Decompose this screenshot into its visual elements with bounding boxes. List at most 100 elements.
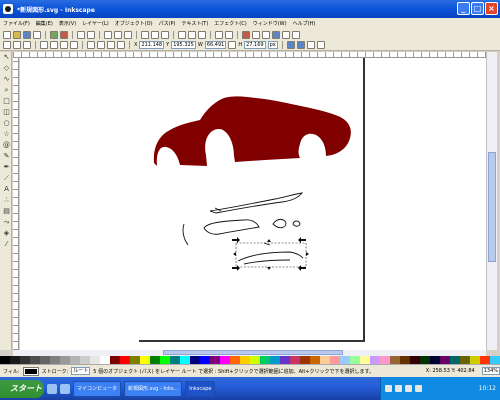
node-tool-icon[interactable]: ◇ (2, 64, 11, 73)
palette-swatch[interactable] (70, 356, 80, 364)
palette-swatch[interactable] (220, 356, 230, 364)
select-all-icon[interactable] (3, 41, 11, 49)
tray-security-icon[interactable] (415, 385, 422, 392)
palette-swatch[interactable] (310, 356, 320, 364)
palette-swatch[interactable] (200, 356, 210, 364)
taskbar-item-mycomputer[interactable]: マイコンピュータ (73, 380, 122, 397)
palette-swatch[interactable] (480, 356, 490, 364)
palette-swatch[interactable] (210, 356, 220, 364)
palette-swatch[interactable] (280, 356, 290, 364)
palette-swatch[interactable] (50, 356, 60, 364)
palette-swatch[interactable] (130, 356, 140, 364)
import-icon[interactable] (50, 30, 58, 39)
palette-swatch[interactable] (380, 356, 390, 364)
palette-swatch[interactable] (180, 356, 190, 364)
taskbar-item-inkscape[interactable]: Inkscape (185, 380, 216, 397)
preferences-icon[interactable] (282, 30, 290, 39)
undo-icon[interactable] (77, 30, 85, 39)
transform-patterns-icon[interactable] (316, 41, 325, 49)
rotate-cw-icon[interactable] (50, 41, 58, 49)
menu-effects[interactable]: エフェクト(C) (214, 20, 246, 27)
palette-swatch[interactable] (390, 356, 400, 364)
zoom-field[interactable]: 134% (481, 367, 500, 375)
tray-ime-icon[interactable] (385, 385, 392, 392)
palette-swatch[interactable] (30, 356, 40, 364)
quicklaunch-browser-icon[interactable] (60, 383, 70, 394)
palette-swatch[interactable] (240, 356, 250, 364)
car-silhouette[interactable] (153, 96, 351, 166)
select-all-layers-icon[interactable] (13, 41, 21, 49)
palette-swatch[interactable] (440, 356, 450, 364)
palette-swatch[interactable] (160, 356, 170, 364)
menu-text[interactable]: テキスト(T) (181, 20, 208, 27)
document-properties-icon[interactable] (292, 30, 300, 39)
palette-swatch[interactable] (20, 356, 30, 364)
palette-swatch[interactable] (140, 356, 150, 364)
scale-corners-icon[interactable] (296, 41, 305, 49)
duplicate-icon[interactable] (178, 30, 186, 39)
new-document-icon[interactable] (3, 30, 11, 39)
raise-icon[interactable] (97, 41, 105, 49)
menu-file[interactable]: ファイル(F) (3, 20, 30, 27)
connector-tool-icon[interactable]: ⤳ (2, 218, 11, 227)
cut-icon[interactable] (114, 30, 122, 39)
dropper-tool-icon[interactable]: ⁄ (2, 240, 11, 249)
palette-swatch[interactable] (430, 356, 440, 364)
ellipse-tool-icon[interactable]: ○ (2, 119, 11, 128)
maximize-button[interactable]: □ (471, 2, 484, 15)
palette-swatch[interactable] (360, 356, 370, 364)
vertical-ruler[interactable] (13, 58, 19, 350)
unlink-clone-icon[interactable] (198, 30, 206, 39)
menu-object[interactable]: オブジェクト(O) (115, 20, 153, 27)
line-art-group[interactable] (182, 192, 304, 265)
paint-bucket-tool-icon[interactable]: ◈ (2, 229, 11, 238)
save-icon[interactable] (23, 30, 31, 39)
redo-icon[interactable] (87, 30, 95, 39)
spiral-tool-icon[interactable]: @ (2, 141, 11, 150)
spray-tool-icon[interactable]: ∴ (2, 196, 11, 205)
selector-tool-icon[interactable]: ↖ (2, 53, 11, 62)
palette-swatch[interactable] (270, 356, 280, 364)
transform-gradients-icon[interactable] (306, 41, 315, 49)
export-icon[interactable] (60, 30, 68, 39)
quicklaunch-desktop-icon[interactable] (47, 383, 57, 394)
palette-swatch[interactable] (80, 356, 90, 364)
rectangle-tool-icon[interactable]: □ (2, 97, 11, 106)
palette-swatch[interactable] (0, 356, 10, 364)
menu-path[interactable]: パス(P) (159, 20, 176, 27)
paste-icon[interactable] (124, 30, 132, 39)
lower-icon[interactable] (107, 41, 115, 49)
drawing-canvas[interactable] (20, 58, 486, 350)
y-field[interactable]: 195.325 (171, 41, 196, 49)
text-tool-icon[interactable]: A (2, 185, 11, 194)
deselect-icon[interactable] (23, 41, 31, 49)
palette-swatch[interactable] (450, 356, 460, 364)
horizontal-scroll-thumb[interactable] (163, 350, 343, 355)
menu-view[interactable]: 表示(V) (59, 20, 76, 27)
fill-indicator[interactable] (22, 366, 39, 376)
palette-swatch[interactable] (100, 356, 110, 364)
tray-volume-icon[interactable] (405, 385, 412, 392)
start-button[interactable]: スタート (0, 379, 44, 398)
palette-swatch[interactable] (90, 356, 100, 364)
palette-swatch[interactable] (300, 356, 310, 364)
zoom-tool-icon[interactable]: ⌕ (2, 86, 11, 95)
palette-swatch[interactable] (470, 356, 480, 364)
unit-select[interactable]: px (267, 41, 278, 49)
width-field[interactable]: 66.491 (204, 41, 227, 49)
raise-to-top-icon[interactable] (87, 41, 95, 49)
palette-swatch[interactable] (410, 356, 420, 364)
rotate-ccw-icon[interactable] (40, 41, 48, 49)
open-folder-icon[interactable] (13, 30, 21, 39)
ungroup-icon[interactable] (225, 30, 233, 39)
group-icon[interactable] (215, 30, 223, 39)
vertical-scroll-thumb[interactable] (488, 152, 496, 262)
palette-swatch[interactable] (330, 356, 340, 364)
menu-layer[interactable]: レイヤー(L) (82, 20, 109, 27)
palette-swatch[interactable] (40, 356, 50, 364)
palette-swatch[interactable] (60, 356, 70, 364)
palette-swatch[interactable] (340, 356, 350, 364)
palette-swatch[interactable] (350, 356, 360, 364)
palette-swatch[interactable] (150, 356, 160, 364)
palette-swatch[interactable] (230, 356, 240, 364)
